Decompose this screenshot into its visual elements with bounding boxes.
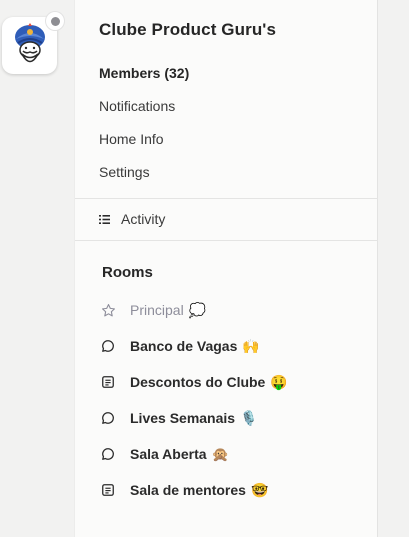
document-icon: [99, 373, 117, 391]
room-item-principal[interactable]: Principal 💭: [99, 299, 206, 321]
room-emoji: 💭: [188, 301, 207, 318]
list-icon: [99, 214, 110, 224]
club-sidebar-panel: Clube Product Guru's Members (32) Notifi…: [74, 0, 378, 537]
status-dot: [46, 12, 64, 30]
menu-item-notifications[interactable]: Notifications: [99, 98, 175, 114]
menu-item-settings[interactable]: Settings: [99, 164, 150, 180]
menu-item-home-info[interactable]: Home Info: [99, 131, 164, 147]
activity-link[interactable]: Activity: [99, 211, 165, 227]
room-emoji: 🎙️: [240, 409, 258, 426]
chat-bubble-icon: [99, 337, 117, 355]
room-label: Descontos do Clube: [130, 374, 266, 390]
room-emoji: 🤓: [250, 481, 269, 498]
room-emoji: 🙊: [211, 445, 229, 462]
room-label: Sala Aberta: [130, 446, 207, 462]
room-emoji: 🤑: [270, 373, 288, 390]
content-area-edge: [378, 0, 409, 537]
room-emoji: 🙌: [242, 337, 260, 354]
club-title: Clube Product Guru's: [99, 20, 276, 39]
star-icon: [99, 301, 117, 319]
room-label: Banco de Vagas: [130, 338, 238, 354]
chat-bubble-icon: [99, 445, 117, 463]
room-item-banco-de-vagas[interactable]: Banco de Vagas 🙌: [99, 335, 260, 357]
room-label: Lives Semanais: [130, 410, 236, 426]
room-label: Sala de mentores: [130, 482, 246, 498]
divider: [75, 198, 378, 199]
activity-label: Activity: [121, 211, 166, 227]
room-item-sala-de-mentores[interactable]: Sala de mentores 🤓: [99, 479, 268, 501]
room-label: Principal: [130, 302, 184, 318]
room-item-sala-aberta[interactable]: Sala Aberta 🙊: [99, 443, 229, 465]
menu-item-members[interactable]: Members (32): [99, 65, 189, 81]
divider: [75, 240, 378, 241]
club-rail: [0, 0, 74, 537]
room-item-lives-semanais[interactable]: Lives Semanais 🎙️: [99, 407, 258, 429]
room-item-descontos-do-clube[interactable]: Descontos do Clube 🤑: [99, 371, 288, 393]
chat-bubble-icon: [99, 409, 117, 427]
guru-logo-icon: [14, 22, 45, 62]
rooms-heading: Rooms: [102, 264, 153, 281]
document-icon: [99, 481, 117, 499]
